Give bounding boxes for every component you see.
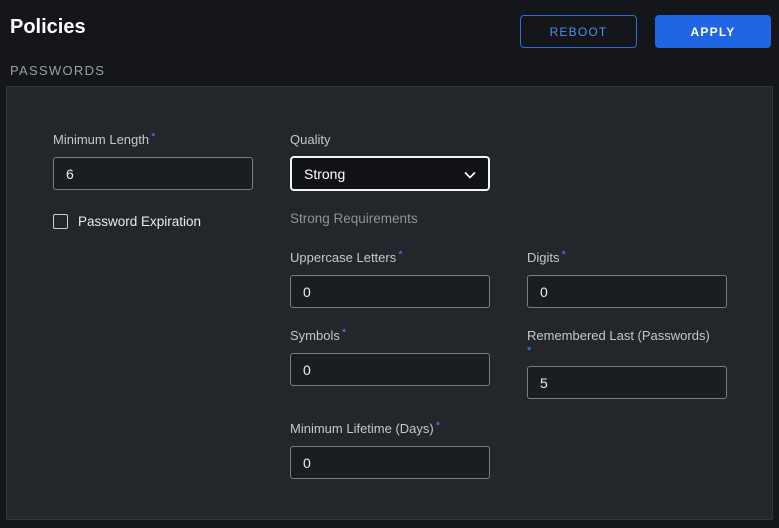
digits-input[interactable] — [527, 275, 727, 308]
minimum-length-label: Minimum Length* — [53, 132, 253, 149]
chevron-down-icon — [464, 166, 476, 182]
required-marker: * — [151, 131, 155, 143]
minimum-lifetime-field: Minimum Lifetime (Days)* — [290, 421, 490, 479]
symbols-label: Symbols* — [290, 328, 490, 345]
remembered-last-field: Remembered Last (Passwords)* — [527, 328, 727, 399]
minimum-lifetime-label: Minimum Lifetime (Days)* — [290, 421, 490, 438]
uppercase-letters-input[interactable] — [290, 275, 490, 308]
passwords-panel: Minimum Length* Quality Strong Password … — [6, 86, 773, 520]
minimum-length-field: Minimum Length* — [53, 132, 253, 190]
passwords-section-label: PASSWORDS — [10, 63, 105, 78]
symbols-field: Symbols* — [290, 328, 490, 386]
minimum-length-input[interactable] — [53, 157, 253, 190]
quality-select-value: Strong — [304, 166, 345, 182]
symbols-input[interactable] — [290, 353, 490, 386]
password-expiration-label: Password Expiration — [78, 214, 201, 229]
apply-button[interactable]: APPLY — [655, 15, 771, 48]
strong-requirements-label: Strong Requirements — [290, 211, 418, 226]
digits-field: Digits* — [527, 250, 727, 308]
password-expiration-checkbox-row[interactable]: Password Expiration — [53, 214, 201, 229]
uppercase-letters-field: Uppercase Letters* — [290, 250, 490, 308]
remembered-last-input[interactable] — [527, 366, 727, 399]
quality-label: Quality — [290, 132, 490, 148]
password-expiration-checkbox[interactable] — [53, 214, 68, 229]
digits-label: Digits* — [527, 250, 727, 267]
quality-select[interactable]: Strong — [290, 156, 490, 191]
required-marker: * — [398, 249, 402, 261]
reboot-button[interactable]: REBOOT — [520, 15, 637, 48]
page-title: Policies — [10, 16, 86, 39]
required-marker: * — [562, 249, 566, 261]
policies-page: Policies REBOOT APPLY PASSWORDS Minimum … — [0, 0, 779, 528]
remembered-last-label: Remembered Last (Passwords)* — [527, 328, 727, 358]
required-marker: * — [436, 420, 440, 432]
quality-field: Quality Strong — [290, 132, 490, 191]
uppercase-letters-label: Uppercase Letters* — [290, 250, 490, 267]
minimum-lifetime-input[interactable] — [290, 446, 490, 479]
required-marker: * — [527, 344, 727, 358]
required-marker: * — [342, 327, 346, 339]
